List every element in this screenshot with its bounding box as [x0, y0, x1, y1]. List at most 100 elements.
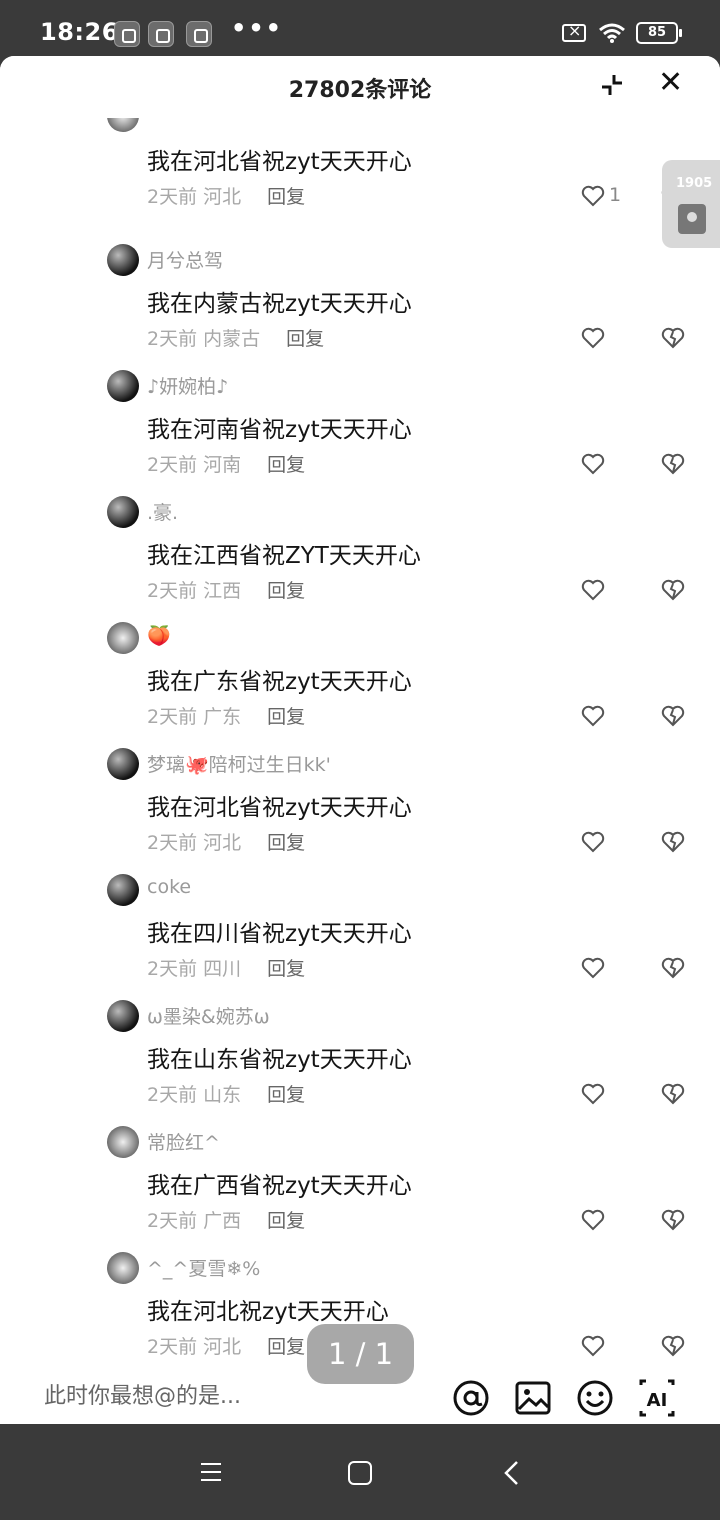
- broken-heart-icon[interactable]: [661, 578, 685, 602]
- reply-button[interactable]: 回复: [267, 580, 305, 602]
- sheet-header: 27802条评论 ✕: [0, 56, 720, 118]
- comment-item[interactable]: 月兮总驾 我在内蒙古祝zyt天天开心 2天前 内蒙古 回复: [0, 244, 720, 370]
- comment-content: 我在河南省祝zyt天天开心: [147, 417, 412, 443]
- comment-time: 2天前: [147, 706, 198, 728]
- broken-heart-icon[interactable]: [661, 326, 685, 350]
- comment-location: 河北: [203, 832, 242, 854]
- heart-outline-icon[interactable]: [581, 1334, 605, 1358]
- comment-item[interactable]: .豪. 我在江西省祝ZYT天天开心 2天前 江西 回复: [0, 496, 720, 622]
- comment-content: 我在内蒙古祝zyt天天开心: [147, 291, 412, 317]
- comment-item[interactable]: 我在河北省祝zyt天天开心 2天前 河北 回复 1: [0, 100, 720, 244]
- ai-icon[interactable]: AI: [638, 1379, 676, 1417]
- heart-outline-icon[interactable]: [581, 1208, 605, 1232]
- reply-button[interactable]: 回复: [267, 958, 305, 980]
- comment-location: 河北: [203, 186, 242, 208]
- comment-item[interactable]: coke 我在四川省祝zyt天天开心 2天前 四川 回复: [0, 874, 720, 1000]
- no-sim-icon: [562, 21, 586, 42]
- reply-button[interactable]: 回复: [267, 1210, 305, 1232]
- comment-username[interactable]: ♪妍婉柏♪: [147, 372, 228, 399]
- avatar[interactable]: [107, 244, 139, 276]
- comment-list[interactable]: 我在河北省祝zyt天天开心 2天前 河北 回复 1 月兮总驾 我在内蒙古祝zyt天…: [0, 100, 720, 1378]
- comment-sheet: 27802条评论 ✕ 1905 我在河北省祝zyt天天开心 2天前 河北 回复 1…: [0, 56, 720, 1424]
- comment-username[interactable]: .豪.: [147, 498, 178, 525]
- comment-location: 山东: [203, 1084, 242, 1106]
- heart-outline-icon[interactable]: [581, 578, 605, 602]
- comment-username[interactable]: 月兮总驾: [147, 246, 223, 273]
- comment-item[interactable]: 🍑 我在广东省祝zyt天天开心 2天前 广东 回复: [0, 622, 720, 748]
- heart-outline-icon[interactable]: [581, 704, 605, 728]
- comment-content: 我在河北祝zyt天天开心: [147, 1299, 389, 1325]
- broken-heart-icon[interactable]: [661, 1208, 685, 1232]
- comment-username[interactable]: 🍑: [147, 624, 171, 647]
- comment-item[interactable]: ♪妍婉柏♪ 我在河南省祝zyt天天开心 2天前 河南 回复: [0, 370, 720, 496]
- avatar[interactable]: [107, 1126, 139, 1158]
- comment-username[interactable]: 常脸红^: [147, 1128, 220, 1155]
- widget-count: 1905: [676, 176, 713, 191]
- emoji-icon[interactable]: [576, 1379, 614, 1417]
- comment-location: 内蒙古: [203, 328, 261, 350]
- comment-item[interactable]: 常脸红^ 我在广西省祝zyt天天开心 2天前 广西 回复: [0, 1126, 720, 1252]
- comment-username[interactable]: 梦璃🐙陪柯过生日kk': [147, 750, 331, 777]
- broken-heart-icon[interactable]: [661, 956, 685, 980]
- heart-outline-icon[interactable]: [581, 326, 605, 350]
- comment-content: 我在山东省祝zyt天天开心: [147, 1047, 412, 1073]
- avatar[interactable]: [107, 370, 139, 402]
- comment-location: 江西: [203, 580, 242, 602]
- menu-icon[interactable]: [199, 1460, 223, 1488]
- status-bar: 18:26 ••• 85: [0, 0, 720, 60]
- comment-time: 2天前: [147, 328, 198, 350]
- comment-username[interactable]: coke: [147, 876, 191, 898]
- reply-button[interactable]: 回复: [286, 328, 324, 350]
- collapse-icon[interactable]: [598, 71, 626, 99]
- broken-heart-icon[interactable]: [661, 1082, 685, 1106]
- heart-outline-icon[interactable]: [581, 452, 605, 476]
- page-indicator: 1 / 1: [307, 1324, 414, 1384]
- comment-time: 2天前: [147, 958, 198, 980]
- comment-time: 2天前: [147, 832, 198, 854]
- close-icon[interactable]: ✕: [658, 68, 683, 98]
- reply-button[interactable]: 回复: [267, 454, 305, 476]
- at-icon[interactable]: [452, 1379, 490, 1417]
- more-notifications-icon: •••: [231, 14, 284, 42]
- heart-outline-icon[interactable]: [581, 184, 605, 208]
- back-icon[interactable]: [502, 1460, 522, 1490]
- comment-item[interactable]: ω墨染&婉苏ω 我在山东省祝zyt天天开心 2天前 山东 回复: [0, 1000, 720, 1126]
- svg-text:AI: AI: [647, 1390, 668, 1411]
- heart-outline-icon[interactable]: [581, 956, 605, 980]
- reply-button[interactable]: 回复: [267, 186, 305, 208]
- comment-time: 2天前: [147, 1210, 198, 1232]
- avatar[interactable]: [107, 874, 139, 906]
- broken-heart-icon[interactable]: [661, 1334, 685, 1358]
- comment-item[interactable]: 梦璃🐙陪柯过生日kk' 我在河北省祝zyt天天开心 2天前 河北 回复: [0, 748, 720, 874]
- comment-meta: 2天前 广东 回复: [147, 702, 305, 729]
- reply-button[interactable]: 回复: [267, 1336, 305, 1358]
- avatar[interactable]: [107, 1252, 139, 1284]
- reply-button[interactable]: 回复: [267, 1084, 305, 1106]
- image-icon[interactable]: [514, 1379, 552, 1417]
- comment-username[interactable]: ω墨染&婉苏ω: [147, 1002, 270, 1029]
- avatar[interactable]: [107, 496, 139, 528]
- comment-meta: 2天前 广西 回复: [147, 1206, 305, 1233]
- red-packet-widget[interactable]: 1905: [662, 160, 720, 248]
- comment-location: 四川: [203, 958, 242, 980]
- comment-location: 河北: [203, 1336, 242, 1358]
- comment-username[interactable]: ^_^夏雪❄%: [147, 1254, 260, 1281]
- reply-button[interactable]: 回复: [267, 832, 305, 854]
- heart-outline-icon[interactable]: [581, 1082, 605, 1106]
- comment-content: 我在河北省祝zyt天天开心: [147, 149, 412, 175]
- comment-meta: 2天前 四川 回复: [147, 954, 305, 981]
- comment-content: 我在江西省祝ZYT天天开心: [147, 543, 421, 569]
- reply-button[interactable]: 回复: [267, 706, 305, 728]
- android-app-icon-2: [186, 21, 212, 47]
- avatar[interactable]: [107, 622, 139, 654]
- home-icon[interactable]: [347, 1460, 373, 1490]
- broken-heart-icon[interactable]: [661, 704, 685, 728]
- heart-outline-icon[interactable]: [581, 830, 605, 854]
- avatar[interactable]: [107, 1000, 139, 1032]
- broken-heart-icon[interactable]: [661, 830, 685, 854]
- broken-heart-icon[interactable]: [661, 452, 685, 476]
- comment-location: 广东: [203, 706, 242, 728]
- comment-meta: 2天前 河南 回复: [147, 450, 305, 477]
- android-app-icon: [148, 21, 174, 47]
- avatar[interactable]: [107, 748, 139, 780]
